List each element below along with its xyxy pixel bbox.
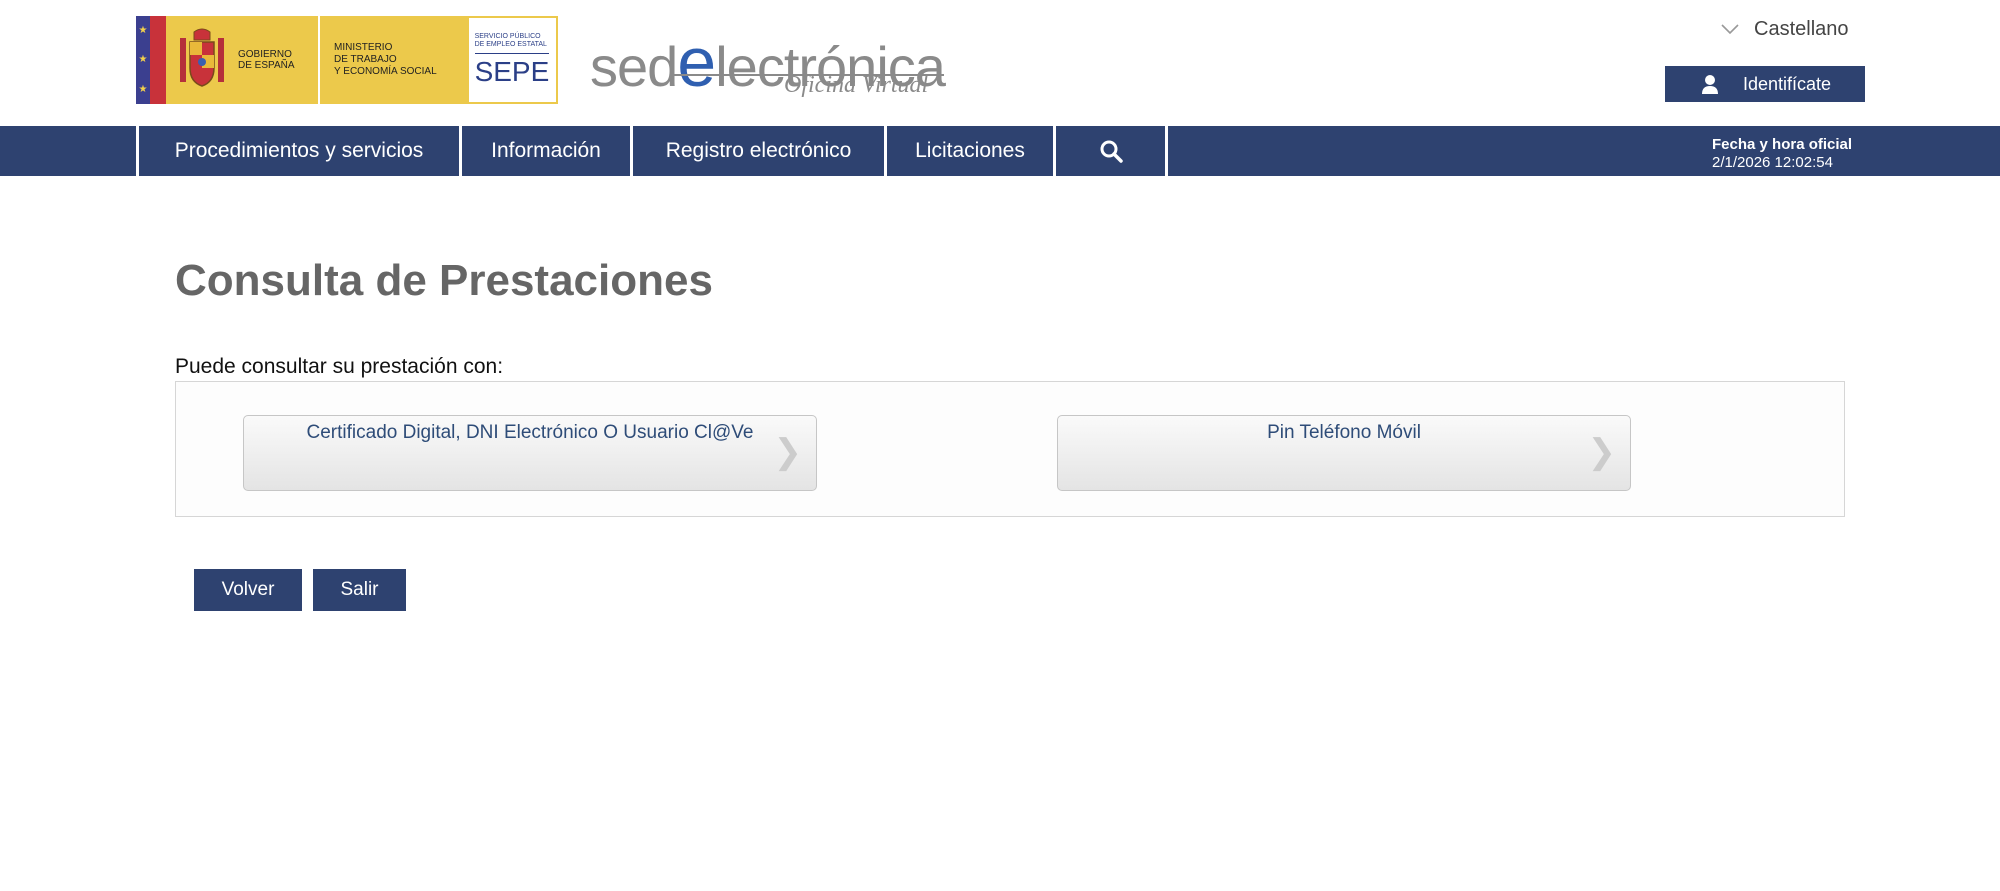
- gov-line-2: DE ESPAÑA: [238, 60, 295, 71]
- user-icon: [1695, 74, 1725, 94]
- sepe-small-1: SERVICIO PÚBLICO: [474, 32, 541, 40]
- exit-button[interactable]: Salir: [313, 569, 406, 611]
- login-button[interactable]: Identifícate: [1665, 66, 1865, 102]
- ministerio-logo: MINISTERIO DE TRABAJO Y ECONOMÍA SOCIAL: [318, 16, 467, 104]
- chevron-right-icon: ❯: [773, 433, 803, 471]
- sede-e: e: [677, 23, 716, 101]
- nav-item-procedimientos[interactable]: Procedimientos y servicios: [136, 126, 459, 176]
- official-datetime: Fecha y hora oficial 2/1/2026 12:02:54: [1712, 136, 1852, 172]
- nav-divider: [1165, 126, 1168, 176]
- login-label: Identifícate: [1743, 73, 1832, 94]
- sepe-logo: SERVICIO PÚBLICO DE EMPLEO ESTATAL SEPE: [468, 18, 556, 102]
- options-panel: Certificado Digital, DNI Electrónico O U…: [175, 381, 1845, 517]
- fecha-value: 2/1/2026 12:02:54: [1712, 154, 1833, 171]
- flag-stripe: ★ ★ ★: [136, 16, 166, 104]
- search-icon: [1100, 140, 1123, 163]
- main-navbar: Procedimientos y servicios Información R…: [0, 126, 2000, 176]
- nav-label: Licitaciones: [915, 139, 1025, 162]
- language-selector[interactable]: Castellano: [1720, 14, 1849, 44]
- pin-movil-option-button[interactable]: Pin Teléfono Móvil ❯: [1057, 415, 1631, 491]
- nav-item-informacion[interactable]: Información: [459, 126, 630, 176]
- option-label: Certificado Digital, DNI Electrónico O U…: [306, 422, 754, 443]
- coat-of-arms-icon: [180, 28, 224, 87]
- min-line-2: DE TRABAJO: [334, 54, 397, 65]
- nav-item-registro[interactable]: Registro electrónico: [630, 126, 884, 176]
- intro-text: Puede consultar su prestación con:: [175, 355, 504, 378]
- sepe-small-2: DE EMPLEO ESTATAL: [474, 40, 547, 48]
- nav-search-button[interactable]: [1053, 126, 1165, 176]
- min-line-1: MINISTERIO: [334, 42, 393, 53]
- fecha-label: Fecha y hora oficial: [1712, 136, 1853, 153]
- nav-label: Información: [491, 139, 601, 162]
- chevron-down-icon: [1720, 19, 1740, 40]
- oficina-virtual-label: Oficina Virtual: [784, 72, 929, 98]
- page-title: Consulta de Prestaciones: [175, 256, 713, 305]
- gobierno-logo: GOBIERNO DE ESPAÑA: [166, 16, 318, 104]
- sede-pre: sed: [590, 35, 678, 98]
- nav-label: Registro electrónico: [665, 139, 852, 162]
- nav-item-licitaciones[interactable]: Licitaciones: [884, 126, 1053, 176]
- back-button[interactable]: Volver: [194, 569, 302, 611]
- option-label: Pin Teléfono Móvil: [1267, 422, 1421, 443]
- sepe-name: SEPE: [474, 52, 549, 88]
- certificado-option-button[interactable]: Certificado Digital, DNI Electrónico O U…: [243, 415, 817, 491]
- government-logo[interactable]: ★ ★ ★ GOBIERNO DE ESPAÑA MINISTERIO DE TRA…: [136, 16, 558, 104]
- min-line-3: Y ECONOMÍA SOCIAL: [334, 66, 437, 77]
- chevron-right-icon: ❯: [1587, 433, 1617, 471]
- nav-label: Procedimientos y servicios: [174, 139, 424, 162]
- sede-electronica-logo[interactable]: sedelectrónica Oficina Virtual: [590, 18, 950, 101]
- gov-line-1: GOBIERNO: [238, 49, 292, 60]
- language-label: Castellano: [1754, 17, 1849, 40]
